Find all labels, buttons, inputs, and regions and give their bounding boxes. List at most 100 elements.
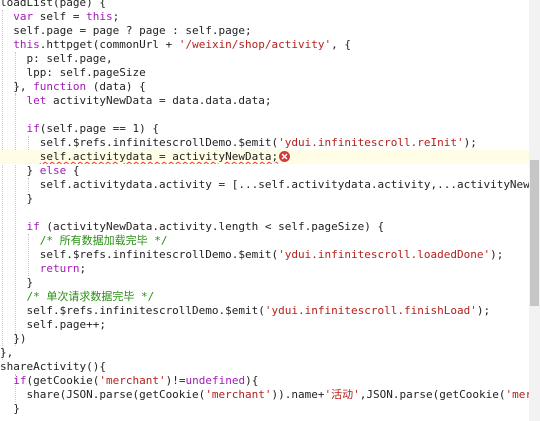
code-token: (data) { (86, 80, 146, 93)
code-token: )!= (165, 374, 186, 387)
code-comment: /* 单次请求数据完毕 */ (26, 290, 155, 303)
code-line[interactable]: }, (0, 346, 529, 360)
code-keyword: var (13, 10, 34, 23)
code-token: shareActivity(){ (0, 360, 106, 373)
code-token: )).name+ (271, 388, 325, 401)
code-token: }, (0, 346, 14, 359)
code-line[interactable]: shareActivity(){ (0, 360, 529, 374)
code-line[interactable]: self.$refs.infinitescrollDemo.$emit('ydu… (0, 304, 529, 318)
code-comment: /* 所有数据加载完毕 */ (39, 234, 168, 247)
code-line[interactable]: }) (0, 332, 529, 346)
code-line[interactable]: } (0, 402, 529, 416)
code-line[interactable]: let activityNewData = data.data.data; (0, 94, 529, 108)
code-keyword: let (26, 94, 47, 107)
code-token: } (0, 402, 20, 415)
code-string: 'ydui.infinitescroll.finishLoad' (264, 304, 477, 317)
code-line[interactable]: self.activitydata = activityNewData; (0, 150, 529, 164)
code-token: self.$refs.infinitescrollDemo.$emit( (0, 248, 279, 261)
code-line[interactable]: p: self.page, (0, 52, 529, 66)
code-line[interactable]: share(JSON.parse(getCookie('merchant')).… (0, 388, 529, 402)
code-line[interactable]: return; (0, 262, 529, 276)
code-string: 'merchant' (99, 374, 166, 387)
code-line[interactable]: /* 所有数据加载完毕 */ (0, 234, 529, 248)
code-token: self.$refs.infinitescrollDemo.$emit( (0, 304, 265, 317)
code-token: }) (0, 332, 27, 345)
code-keyword: return (39, 262, 80, 275)
code-token: .httpget(commonUrl + (39, 38, 179, 51)
code-line[interactable]: self.page++; (0, 318, 529, 332)
code-token: ){ (245, 374, 259, 387)
code-token: ); (476, 304, 491, 317)
code-token: self.page = page ? page : self.page; (0, 24, 252, 37)
code-line[interactable]: this.httpget(commonUrl + '/weixin/shop/a… (0, 38, 529, 52)
code-line[interactable]: if(getCookie('merchant')!=undefined){ (0, 374, 529, 388)
code-string: '活动' (324, 388, 360, 401)
code-token: ); (490, 248, 504, 261)
code-token: loadList(page) { (0, 0, 106, 9)
code-string: 'merchant' (205, 388, 272, 401)
code-line[interactable]: lpp: self.pageSize (0, 66, 529, 80)
code-line[interactable]: self.$refs.infinitescrollDemo.$emit('ydu… (0, 136, 529, 150)
code-token: p: self.page, (0, 52, 113, 65)
code-token: } (0, 164, 40, 177)
code-keyword: this (13, 38, 40, 51)
code-line[interactable] (0, 206, 529, 220)
code-token: (self.page == 1) { (39, 122, 159, 135)
code-string: '/weixin/shop/activity' (178, 38, 332, 51)
code-token: self.$refs.infinitescrollDemo.$emit( (0, 136, 279, 149)
error-icon[interactable] (279, 151, 291, 162)
code-token: lpp: self.pageSize (0, 66, 146, 79)
code-line[interactable]: self.page = page ? page : self.page; (0, 24, 529, 38)
code-token: ; (79, 262, 87, 275)
code-token: } (0, 276, 34, 289)
code-token: (getCookie( (26, 374, 100, 387)
code-token: share(JSON.parse(getCookie( (0, 388, 206, 401)
vertical-scrollbar[interactable] (529, 0, 540, 421)
code-token: { (66, 164, 80, 177)
code-token: activityNewData = data.data.data; (46, 94, 272, 107)
code-token: (activityNewData.activity.length < self.… (39, 220, 385, 233)
code-token: }, (0, 80, 34, 93)
code-token: self.page++; (0, 318, 106, 331)
code-keyword: if (26, 220, 40, 233)
code-token: ,JSON.parse(getCookie( (359, 388, 506, 401)
code-line[interactable]: }, function (data) { (0, 80, 529, 94)
code-line[interactable]: } (0, 192, 529, 206)
code-line[interactable]: var self = this; (0, 10, 529, 24)
code-string: 'merchant' (505, 388, 529, 401)
code-editor[interactable]: loadList(page) { var self = this; self.p… (0, 0, 529, 421)
code-line[interactable]: /* 单次请求数据完毕 */ (0, 290, 529, 304)
code-keyword: else (39, 164, 67, 177)
code-token: , { (331, 38, 352, 51)
code-line[interactable]: } else { (0, 164, 529, 178)
code-token: ; (112, 10, 120, 23)
code-line[interactable]: self.$refs.infinitescrollDemo.$emit('ydu… (0, 248, 529, 262)
code-string: 'ydui.infinitescroll.loadedDone' (278, 248, 491, 261)
code-string: 'ydui.infinitescroll.reInit' (278, 136, 464, 149)
code-token: ); (463, 136, 477, 149)
code-keyword: undefined (185, 374, 246, 387)
code-line[interactable]: loadList(page) { (0, 0, 529, 10)
code-line[interactable]: self.activitydata.activity = [...self.ac… (0, 178, 529, 192)
code-keyword: function (33, 80, 87, 93)
code-keyword: this (86, 10, 113, 23)
scrollbar-thumb[interactable] (530, 160, 539, 306)
code-token: self.activitydata.activity = [...self.ac… (39, 178, 529, 191)
code-line[interactable] (0, 108, 529, 122)
code-keyword: if (13, 374, 27, 387)
code-line[interactable]: } (0, 276, 529, 290)
code-line[interactable]: if(self.page == 1) { (0, 122, 529, 136)
code-keyword: if (26, 122, 40, 135)
code-line[interactable]: if (activityNewData.activity.length < se… (0, 220, 529, 234)
code-token: } (0, 192, 34, 205)
